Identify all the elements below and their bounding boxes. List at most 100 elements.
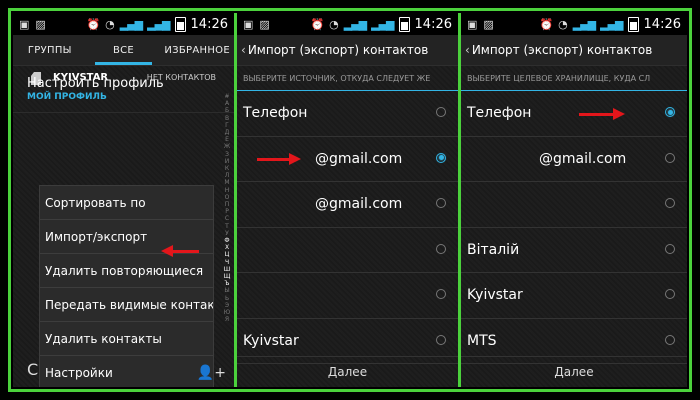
option-row[interactable]: Kyivstar bbox=[461, 273, 687, 319]
section-header: ВЫБЕРИТЕ ЦЕЛЕВОЕ ХРАНИЛИЩЕ, КУДА СЛ bbox=[461, 66, 687, 91]
menu-item-remove-duplicates[interactable]: Удалить повторяющиеся bbox=[40, 254, 213, 288]
my-profile-header: МОЙ ПРОФИЛЬ bbox=[27, 92, 107, 102]
alphabet-letter[interactable]: Ю bbox=[222, 309, 232, 316]
menu-item-share-visible[interactable]: Передать видимые контак bbox=[40, 288, 213, 322]
image-notification-icon: ▨ bbox=[35, 17, 46, 31]
alphabet-letter[interactable]: Л bbox=[222, 172, 232, 179]
menu-item-sort[interactable]: Сортировать по bbox=[40, 186, 213, 220]
alphabet-index[interactable]: # А Б В Г Д Е Ж З И К Л М Н О П Р С Т У Ф Х Ц Ч Ш Щ Ъ Ы Ь Э Ю Я bbox=[222, 93, 232, 324]
battery-icon bbox=[398, 16, 410, 32]
page-title: Импорт (экспорт) контактов bbox=[247, 43, 429, 57]
option-row[interactable]: @gmail.com bbox=[237, 182, 458, 228]
options-menu: Сортировать по Импорт/экспорт Удалить по… bbox=[39, 185, 214, 387]
app-bar: ‹ Импорт (экспорт) контактов bbox=[237, 35, 458, 66]
alphabet-letter[interactable]: Н bbox=[222, 187, 232, 194]
option-label: Телефон bbox=[243, 105, 308, 122]
add-contact-icon[interactable]: 👤+ bbox=[197, 365, 226, 381]
signal-icon: ▂▄▆ bbox=[343, 17, 367, 31]
alphabet-letter[interactable]: Г bbox=[222, 122, 232, 129]
radio-button[interactable] bbox=[665, 289, 675, 299]
status-bar: ▣ ▨ ⏰ ◔ ▂▄▆ ▂▄▆ 14:26 bbox=[461, 13, 687, 35]
alphabet-letter[interactable]: П bbox=[222, 201, 232, 208]
option-row[interactable]: Телефон bbox=[237, 91, 458, 137]
option-label: @gmail.com bbox=[315, 196, 403, 213]
option-row[interactable] bbox=[237, 228, 458, 273]
signal-icon: ▂▄▆ bbox=[119, 17, 143, 31]
radio-button[interactable] bbox=[436, 289, 446, 299]
screens-container: ▣ ▨ ⏰ ◔ ▂▄▆ ▂▄▆ 14:26 ГРУППЫ ВСЕ ИЗБРАНН… bbox=[13, 13, 687, 387]
alphabet-letter[interactable]: И bbox=[222, 158, 232, 165]
back-chevron-icon[interactable]: ‹ bbox=[465, 43, 470, 57]
tab-groups[interactable]: ГРУППЫ bbox=[13, 45, 87, 56]
alphabet-letter[interactable]: Ч bbox=[222, 259, 232, 266]
radio-button[interactable] bbox=[665, 152, 675, 163]
radio-button[interactable] bbox=[665, 198, 675, 208]
alphabet-letter[interactable]: Ь bbox=[222, 295, 232, 302]
notification-icon: ▣ bbox=[243, 17, 254, 31]
radio-button[interactable] bbox=[436, 243, 446, 254]
alphabet-letter[interactable]: Ц bbox=[222, 251, 232, 258]
tab-favorites[interactable]: ИЗБРАННОЕ bbox=[160, 45, 234, 56]
option-row[interactable]: @gmail.com bbox=[461, 137, 687, 182]
alphabet-letter[interactable]: Б bbox=[222, 107, 232, 114]
battery-icon bbox=[627, 16, 639, 32]
alphabet-letter[interactable]: Е bbox=[222, 136, 232, 143]
next-button[interactable]: Далее bbox=[461, 356, 687, 387]
alphabet-letter[interactable]: Ф bbox=[222, 237, 232, 244]
option-row[interactable] bbox=[237, 273, 458, 319]
menu-item-import-export[interactable]: Импорт/экспорт bbox=[40, 220, 213, 254]
red-arrow-right-icon bbox=[257, 153, 301, 165]
red-arrow-right-icon bbox=[579, 108, 625, 120]
radio-button[interactable] bbox=[665, 334, 675, 345]
option-row[interactable]: Телефон bbox=[461, 91, 687, 137]
contacts-screen: ▣ ▨ ⏰ ◔ ▂▄▆ ▂▄▆ 14:26 ГРУППЫ ВСЕ ИЗБРАНН… bbox=[13, 13, 234, 387]
option-label: MTS bbox=[467, 332, 497, 349]
alphabet-letter[interactable]: Щ bbox=[222, 273, 232, 280]
back-chevron-icon[interactable]: ‹ bbox=[241, 43, 246, 57]
status-time: 14:26 bbox=[643, 16, 681, 32]
alphabet-letter[interactable]: Ы bbox=[222, 287, 232, 294]
radio-button[interactable] bbox=[665, 243, 675, 254]
alphabet-letter[interactable]: У bbox=[222, 230, 232, 237]
alphabet-letter[interactable]: В bbox=[222, 115, 232, 122]
import-source-screen: ▣ ▨ ⏰ ◔ ▂▄▆ ▂▄▆ 14:26 ‹ Импорт (экспорт)… bbox=[234, 13, 458, 387]
alphabet-letter[interactable]: М bbox=[222, 179, 232, 186]
next-button[interactable]: Далее bbox=[237, 356, 458, 387]
option-row[interactable] bbox=[461, 182, 687, 228]
menu-item-delete-contacts[interactable]: Удалить контакты bbox=[40, 322, 213, 356]
alphabet-letter[interactable]: З bbox=[222, 151, 232, 158]
radio-button[interactable] bbox=[436, 107, 446, 117]
option-label: Віталій bbox=[467, 241, 520, 258]
alphabet-letter[interactable]: К bbox=[222, 165, 232, 172]
radio-button-selected[interactable] bbox=[665, 107, 675, 117]
alphabet-letter[interactable]: Т bbox=[222, 223, 232, 230]
search-icon[interactable]: C bbox=[27, 360, 38, 379]
alphabet-letter[interactable]: Ш bbox=[222, 266, 232, 273]
signal-icon-2: ▂▄▆ bbox=[600, 17, 623, 31]
alarm-icon: ⏰ bbox=[539, 17, 554, 31]
alarm-icon: ⏰ bbox=[310, 17, 325, 31]
alphabet-letter[interactable]: Ъ bbox=[222, 280, 232, 287]
tab-all[interactable]: ВСЕ bbox=[87, 45, 161, 65]
alphabet-letter[interactable]: О bbox=[222, 194, 232, 201]
alphabet-letter[interactable]: А bbox=[222, 100, 232, 107]
alphabet-letter[interactable]: # bbox=[222, 93, 232, 100]
option-label: @gmail.com bbox=[539, 150, 627, 167]
alphabet-letter[interactable]: Д bbox=[222, 129, 232, 136]
alphabet-letter[interactable]: Р bbox=[222, 208, 232, 215]
radio-button[interactable] bbox=[436, 334, 446, 345]
import-target-screen: ▣ ▨ ⏰ ◔ ▂▄▆ ▂▄▆ 14:26 ‹ Импорт (экспорт)… bbox=[458, 13, 687, 387]
alphabet-letter[interactable]: С bbox=[222, 215, 232, 222]
page-title: Импорт (экспорт) контактов bbox=[471, 43, 653, 57]
alphabet-letter[interactable]: Х bbox=[222, 244, 232, 251]
image-notification-icon: ▨ bbox=[259, 17, 270, 31]
radio-button[interactable] bbox=[436, 198, 446, 208]
setup-profile-item[interactable]: Настроить профиль bbox=[27, 76, 164, 91]
option-row[interactable]: Віталій bbox=[461, 228, 687, 273]
alphabet-letter[interactable]: Э bbox=[222, 302, 232, 309]
alphabet-letter[interactable]: Я bbox=[222, 316, 232, 323]
notification-icon: ▣ bbox=[467, 17, 478, 31]
alphabet-letter[interactable]: Ж bbox=[222, 143, 232, 150]
menu-item-settings[interactable]: Настройки bbox=[40, 356, 213, 387]
radio-button-selected[interactable] bbox=[436, 152, 446, 163]
